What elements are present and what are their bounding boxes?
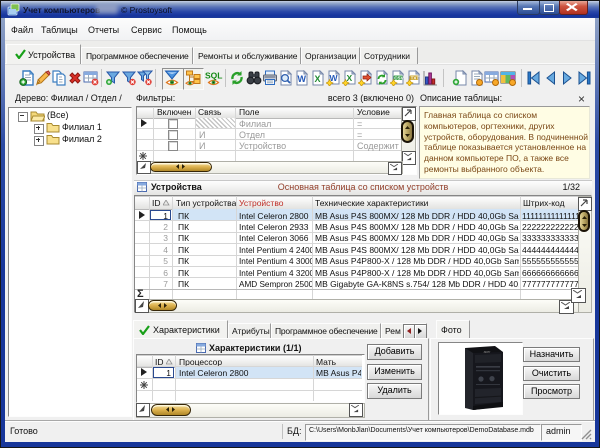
svg-text:CSV: CSV — [394, 75, 404, 80]
svg-text:W: W — [298, 74, 307, 84]
svg-text:X: X — [315, 74, 321, 84]
svg-text:TXT: TXT — [411, 75, 420, 80]
svg-text:X: X — [347, 73, 353, 83]
svg-text:acer: acer — [484, 350, 492, 354]
svg-text:SQL: SQL — [205, 71, 222, 81]
